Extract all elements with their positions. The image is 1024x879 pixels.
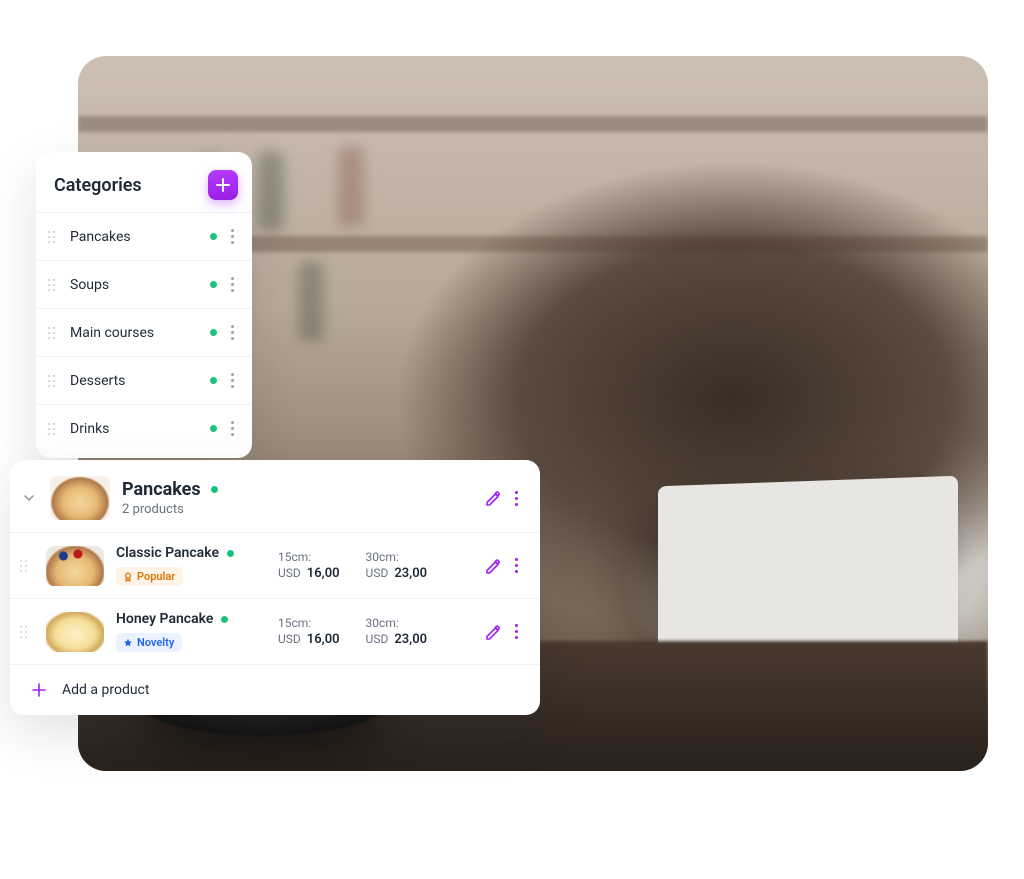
edit-icon bbox=[484, 623, 502, 641]
star-icon bbox=[122, 637, 133, 648]
badge-label: Novelty bbox=[137, 636, 174, 649]
price-currency: USD bbox=[278, 566, 301, 580]
collapse-toggle[interactable] bbox=[20, 489, 38, 507]
more-actions-button[interactable] bbox=[511, 620, 522, 643]
price-size-label: 30cm: bbox=[366, 616, 428, 630]
product-name: Classic Pancake bbox=[116, 545, 219, 561]
more-actions-button[interactable] bbox=[227, 417, 238, 440]
price-size-label: 15cm: bbox=[278, 616, 340, 630]
edit-product-button[interactable] bbox=[483, 556, 503, 576]
status-dot-icon bbox=[210, 281, 217, 288]
status-dot-icon bbox=[227, 550, 234, 557]
drag-handle-icon[interactable] bbox=[20, 626, 34, 638]
categories-title: Categories bbox=[54, 175, 142, 196]
product-group-title: Pancakes bbox=[122, 479, 201, 500]
category-item[interactable]: Drinks bbox=[36, 404, 252, 452]
status-dot-icon bbox=[210, 233, 217, 240]
categories-card: Categories Pancakes Soups Main courses D… bbox=[36, 152, 252, 458]
product-thumbnail bbox=[46, 546, 104, 586]
drag-handle-icon[interactable] bbox=[48, 231, 60, 243]
edit-icon bbox=[484, 557, 502, 575]
price-currency: USD bbox=[366, 632, 389, 646]
status-dot-icon bbox=[210, 425, 217, 432]
category-label: Soups bbox=[70, 277, 200, 293]
price-value: 23,00 bbox=[394, 632, 427, 647]
category-label: Main courses bbox=[70, 325, 200, 341]
more-actions-button[interactable] bbox=[227, 225, 238, 248]
price-value: 23,00 bbox=[394, 566, 427, 581]
chevron-down-icon bbox=[23, 492, 35, 504]
price-size-label: 30cm: bbox=[366, 550, 428, 564]
badge-novelty: Novelty bbox=[116, 633, 182, 652]
product-row[interactable]: Classic Pancake Popular 15cm: USD 16,00 3… bbox=[10, 532, 540, 598]
product-group-header: Pancakes 2 products bbox=[10, 460, 540, 532]
plus-icon bbox=[30, 681, 48, 699]
drag-handle-icon[interactable] bbox=[48, 423, 60, 435]
product-prices: 15cm: USD 16,00 30cm: USD 23,00 bbox=[278, 550, 471, 581]
product-prices: 15cm: USD 16,00 30cm: USD 23,00 bbox=[278, 616, 471, 647]
add-category-button[interactable] bbox=[208, 170, 238, 200]
drag-handle-icon[interactable] bbox=[20, 560, 34, 572]
category-label: Desserts bbox=[70, 373, 200, 389]
product-row[interactable]: Honey Pancake Novelty 15cm: USD 16,00 30c… bbox=[10, 598, 540, 664]
more-actions-button[interactable] bbox=[227, 321, 238, 344]
status-dot-icon bbox=[210, 377, 217, 384]
drag-handle-icon[interactable] bbox=[48, 279, 60, 291]
more-actions-button[interactable] bbox=[511, 487, 522, 510]
edit-icon bbox=[484, 489, 502, 507]
edit-product-button[interactable] bbox=[483, 622, 503, 642]
category-label: Pancakes bbox=[70, 229, 200, 245]
drag-handle-icon[interactable] bbox=[48, 327, 60, 339]
price-value: 16,00 bbox=[307, 632, 340, 647]
category-item[interactable]: Pancakes bbox=[36, 212, 252, 260]
product-name: Honey Pancake bbox=[116, 611, 213, 627]
more-actions-button[interactable] bbox=[511, 554, 522, 577]
product-group-thumbnail bbox=[50, 476, 110, 520]
add-product-label: Add a product bbox=[62, 682, 149, 698]
category-item[interactable]: Desserts bbox=[36, 356, 252, 404]
status-dot-icon bbox=[221, 616, 228, 623]
plus-icon bbox=[216, 178, 230, 192]
status-dot-icon bbox=[210, 329, 217, 336]
product-thumbnail bbox=[46, 612, 104, 652]
price-size-label: 15cm: bbox=[278, 550, 340, 564]
products-card: Pancakes 2 products Classic Pancake bbox=[10, 460, 540, 715]
more-actions-button[interactable] bbox=[227, 273, 238, 296]
category-item[interactable]: Main courses bbox=[36, 308, 252, 356]
price-currency: USD bbox=[366, 566, 389, 580]
status-dot-icon bbox=[211, 486, 218, 493]
badge-label: Popular bbox=[137, 570, 175, 583]
price-value: 16,00 bbox=[307, 566, 340, 581]
edit-group-button[interactable] bbox=[483, 488, 503, 508]
add-product-button[interactable]: Add a product bbox=[10, 664, 540, 715]
category-label: Drinks bbox=[70, 421, 200, 437]
product-group-subtitle: 2 products bbox=[122, 502, 471, 517]
drag-handle-icon[interactable] bbox=[48, 375, 60, 387]
award-icon bbox=[122, 571, 133, 582]
more-actions-button[interactable] bbox=[227, 369, 238, 392]
category-item[interactable]: Soups bbox=[36, 260, 252, 308]
badge-popular: Popular bbox=[116, 567, 183, 586]
price-currency: USD bbox=[278, 632, 301, 646]
